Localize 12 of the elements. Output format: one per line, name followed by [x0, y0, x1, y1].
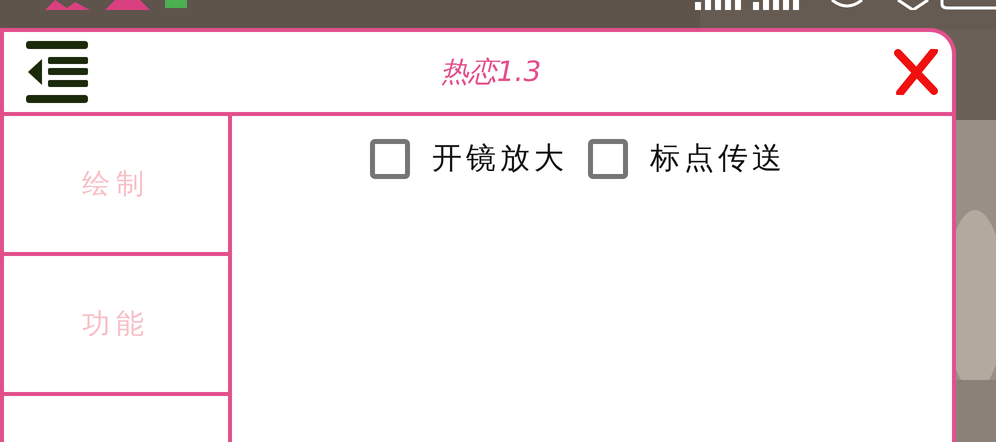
- checkbox-label: 标点传送: [650, 140, 786, 178]
- checkbox-label: 开镜放大: [432, 140, 568, 178]
- menu-icon[interactable]: [26, 41, 88, 103]
- window-title: 热恋1.3: [440, 54, 542, 90]
- sidebar-item[interactable]: 绘制: [4, 116, 228, 256]
- app-icon: [165, 0, 187, 8]
- sidebar-item[interactable]: 功能: [4, 256, 228, 396]
- checkbox[interactable]: [370, 138, 410, 178]
- close-icon[interactable]: [894, 49, 938, 95]
- battery-icon: [940, 0, 996, 10]
- checkbox[interactable]: [588, 138, 628, 178]
- wifi-icon: [830, 0, 864, 10]
